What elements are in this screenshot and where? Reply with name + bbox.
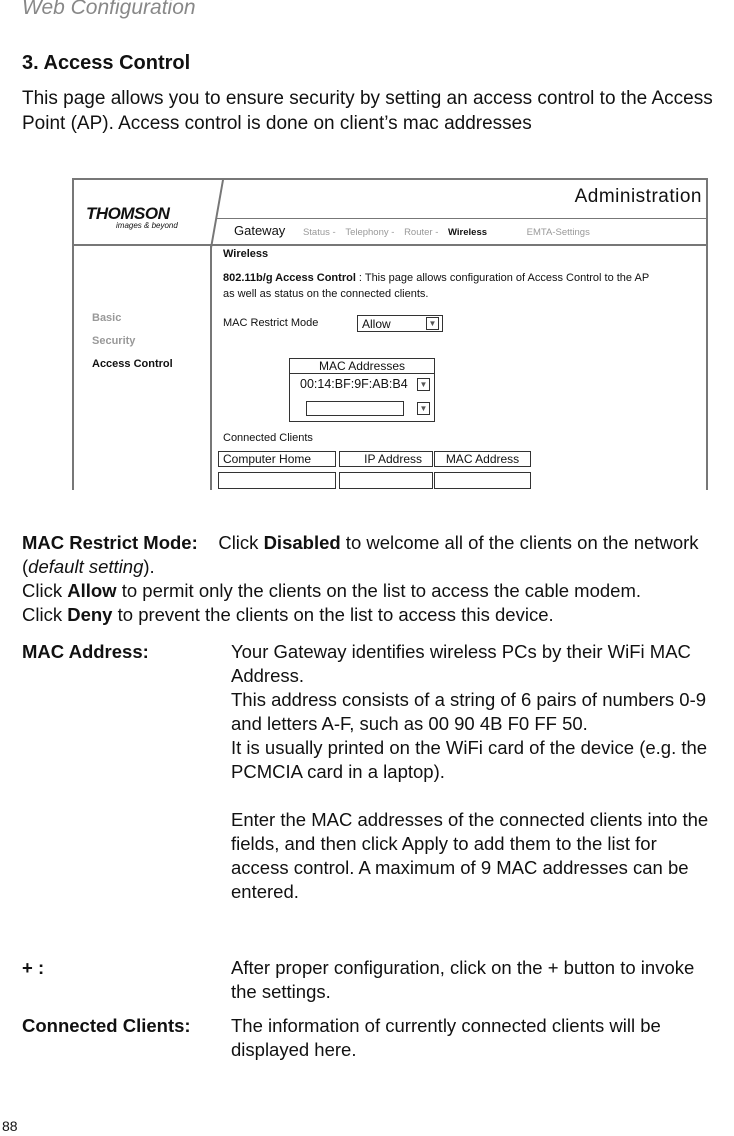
text: ). [143,556,155,577]
nav-telephony[interactable]: Telephony - [345,227,394,238]
mac-restrict-select[interactable]: Allow ▼ [357,315,443,332]
text: Click [22,604,68,625]
mac-address-2-input[interactable] [306,401,404,416]
def-label: MAC Address: [22,641,149,662]
nav-router[interactable]: Router - [404,227,438,238]
col-computer-home: Computer Home [218,451,336,467]
chevron-down-icon[interactable]: ▼ [417,402,430,415]
connected-clients-label: Connected Clients [223,432,313,444]
section-title: 3. Access Control [22,52,191,74]
client-cell [339,472,433,489]
text: Allow [67,580,117,601]
nav-wireless[interactable]: Wireless [448,227,487,238]
intro-paragraph: This page allows you to ensure security … [22,88,713,134]
def-label: Connected Clients: [22,1015,191,1036]
col-mac-address: MAC Address [434,451,531,467]
text: Your Gateway identifies wireless PCs by … [231,641,691,686]
def-connected-clients: The information of currently connected c… [231,1015,661,1060]
chevron-down-icon[interactable]: ▼ [426,317,439,330]
mac-addresses-box: MAC Addresses 00:14:BF:9F:AB:B4 ▼ ▼ [289,358,435,422]
running-header: Web Configuration [22,0,196,19]
col-ip-address: IP Address [339,451,433,467]
mac-restrict-label: MAC Restrict Mode [223,317,319,329]
admin-title: Administration [574,186,702,207]
manual-page: Web Configuration 3. Access Control This… [0,0,734,1136]
text: to prevent the clients on the list to ac… [112,604,554,625]
text: Enter the MAC addresses of the connected… [231,809,709,902]
mac-address-1[interactable]: 00:14:BF:9F:AB:B4 [300,377,408,391]
content-heading: Wireless [223,248,269,260]
nav-gateway[interactable]: Gateway [234,223,285,238]
mac-addresses-header: MAC Addresses [290,359,434,374]
text: Deny [67,604,113,625]
nav-status[interactable]: Status - [303,227,336,238]
col-label: IP Address [364,452,422,466]
col-label: MAC Address [445,452,520,466]
top-nav: Gateway Status - Telephony - Router - Wi… [234,223,596,238]
sidebar-security[interactable]: Security [92,335,135,347]
logo-tagline: images & beyond [116,221,178,230]
chevron-down-icon[interactable]: ▼ [417,378,430,391]
client-cell [218,472,336,489]
admin-screenshot: THOMSON images & beyond Administration G… [72,178,708,490]
sidebar-basic[interactable]: Basic [92,312,121,324]
text: default setting [28,556,144,577]
text: Disabled [263,532,341,553]
text: This address consists of a string of 6 p… [231,689,707,734]
content-desc: 802.11b/g Access Control : This page all… [223,270,653,302]
text: Click [22,580,68,601]
page-number: 88 [2,1118,18,1134]
sidebar-access-control[interactable]: Access Control [92,358,173,370]
text: Click [218,532,264,553]
client-cell [434,472,531,489]
def-label: MAC Restrict Mode: [22,532,198,553]
def-label: + : [22,957,45,978]
text: to permit only the clients on the list t… [116,580,642,601]
desc-bold: 802.11b/g Access Control [223,272,356,284]
def-plus: After proper configuration, click on the… [231,957,695,1002]
mac-restrict-value: Allow [362,317,391,331]
text: It is usually printed on the WiFi card o… [231,737,708,782]
nav-emta[interactable]: EMTA-Settings [527,227,590,238]
def-mac-restrict: MAC Restrict Mode: Click Disabled to wel… [22,531,722,627]
def-mac-address: Your Gateway identifies wireless PCs by … [231,640,734,904]
col-label: Computer Home [223,452,312,466]
